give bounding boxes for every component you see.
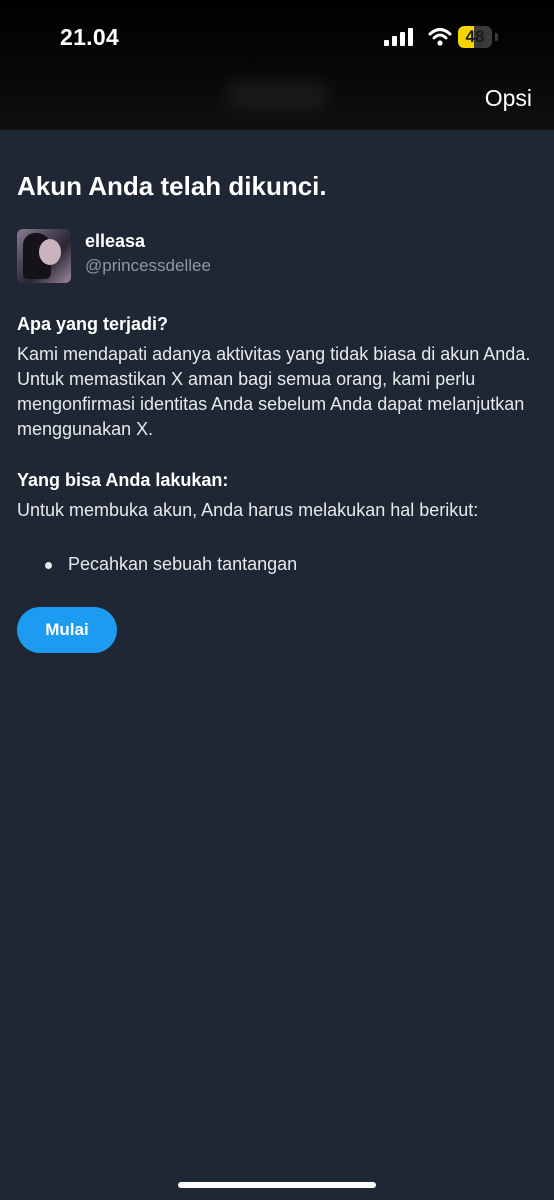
options-button[interactable]: Opsi xyxy=(485,85,532,112)
what-you-can-do-body: Untuk membuka akun, Anda harus melakukan… xyxy=(17,500,479,520)
header-title-faded xyxy=(227,82,327,110)
avatar-face xyxy=(39,239,61,265)
bullet-icon xyxy=(45,562,52,569)
battery-level: 48 xyxy=(465,27,485,46)
what-happened-section: Apa yang terjadi? Kami mendapati adanya … xyxy=(17,312,537,442)
what-happened-body: Kami mendapati adanya aktivitas yang tid… xyxy=(17,344,531,439)
avatar xyxy=(17,229,71,283)
what-you-can-do-section: Yang bisa Anda lakukan: Untuk membuka ak… xyxy=(17,468,537,523)
start-button[interactable]: Mulai xyxy=(17,607,117,653)
display-name: elleasa xyxy=(85,231,146,251)
page-title: Akun Anda telah dikunci. xyxy=(17,171,327,201)
what-happened-heading: Apa yang terjadi? xyxy=(17,314,169,334)
what-you-can-do-heading: Yang bisa Anda lakukan: xyxy=(17,470,229,490)
wifi-icon xyxy=(428,28,452,46)
home-indicator[interactable] xyxy=(178,1182,376,1188)
step-label: Pecahkan sebuah tantangan xyxy=(68,554,298,574)
signal-icon xyxy=(384,28,413,46)
battery-icon: 48 xyxy=(458,26,492,48)
top-bar: 21.04 48 Opsi xyxy=(0,0,554,130)
user-handle: @princessdellee xyxy=(85,256,211,275)
battery-cap xyxy=(495,33,498,41)
locked-account-panel: Akun Anda telah dikunci. elleasa @prince… xyxy=(17,168,537,653)
status-time: 21.04 xyxy=(60,24,120,50)
